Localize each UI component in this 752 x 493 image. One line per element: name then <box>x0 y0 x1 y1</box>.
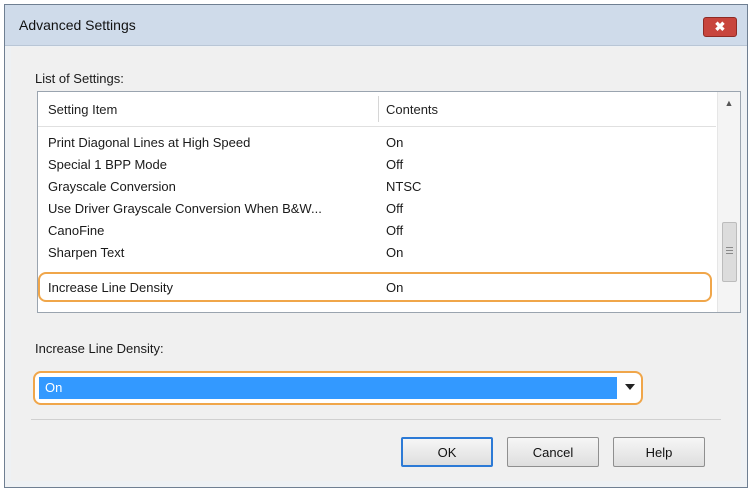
setting-value: Off <box>386 223 404 238</box>
grip-icon <box>726 250 733 251</box>
list-item[interactable]: Grayscale Conversion NTSC <box>38 176 716 198</box>
close-icon: ✖ <box>714 19 726 34</box>
divider <box>31 419 721 420</box>
setting-name: Special 1 BPP Mode <box>48 157 167 172</box>
vertical-scrollbar[interactable]: ▲ <box>717 92 740 312</box>
increase-line-density-select[interactable]: On <box>33 371 643 405</box>
setting-name: Print Diagonal Lines at High Speed <box>48 135 251 150</box>
grip-icon <box>726 253 733 254</box>
column-header-contents[interactable]: Contents <box>386 102 438 117</box>
dialog-title: Advanced Settings <box>19 17 136 33</box>
list-item[interactable]: Special 1 BPP Mode Off <box>38 154 716 176</box>
setting-value: On <box>386 280 404 295</box>
chevron-down-icon[interactable] <box>625 384 635 390</box>
selected-option: On <box>39 377 617 399</box>
title-bar: Advanced Settings ✖ <box>5 5 747 46</box>
list-item[interactable]: Sharpen Text On <box>38 242 716 260</box>
grip-icon <box>726 247 733 248</box>
increase-line-density-label: Increase Line Density: <box>35 341 164 356</box>
setting-value: Off <box>386 201 404 216</box>
selected-option-text: On <box>45 380 63 395</box>
list-item[interactable]: Use Driver Grayscale Conversion When B&W… <box>38 198 716 220</box>
list-item[interactable]: CanoFine Off <box>38 220 716 242</box>
setting-value: NTSC <box>386 179 422 194</box>
setting-value: On <box>386 245 404 260</box>
setting-value: On <box>386 135 404 150</box>
list-item[interactable]: Print Diagonal Lines at High Speed On <box>38 132 716 154</box>
cancel-button[interactable]: Cancel <box>507 437 599 467</box>
setting-name: Grayscale Conversion <box>48 179 176 194</box>
settings-list[interactable]: Setting Item Contents Print Diagonal Lin… <box>37 91 741 313</box>
list-rows: Print Diagonal Lines at High Speed On Sp… <box>38 126 716 260</box>
dialog-body: List of Settings: Setting Item Contents … <box>11 47 741 481</box>
setting-name: CanoFine <box>48 223 105 238</box>
list-header: Setting Item Contents <box>38 92 716 127</box>
setting-name: Sharpen Text <box>48 245 125 260</box>
setting-name: Increase Line Density <box>48 280 174 295</box>
arrow-up-icon[interactable]: ▲ <box>718 92 740 114</box>
ok-button[interactable]: OK <box>401 437 493 467</box>
setting-value: Off <box>386 157 404 172</box>
help-button[interactable]: Help <box>613 437 705 467</box>
setting-name: Use Driver Grayscale Conversion When B&W… <box>48 201 322 216</box>
list-item-selected[interactable]: Increase Line Density On <box>38 272 712 302</box>
scrollbar-thumb[interactable] <box>722 222 737 282</box>
column-divider <box>378 96 379 122</box>
close-button[interactable]: ✖ <box>703 17 737 37</box>
list-of-settings-label: List of Settings: <box>35 71 124 86</box>
column-header-setting-item[interactable]: Setting Item <box>48 102 117 117</box>
advanced-settings-dialog: Advanced Settings ✖ List of Settings: Se… <box>4 4 748 488</box>
